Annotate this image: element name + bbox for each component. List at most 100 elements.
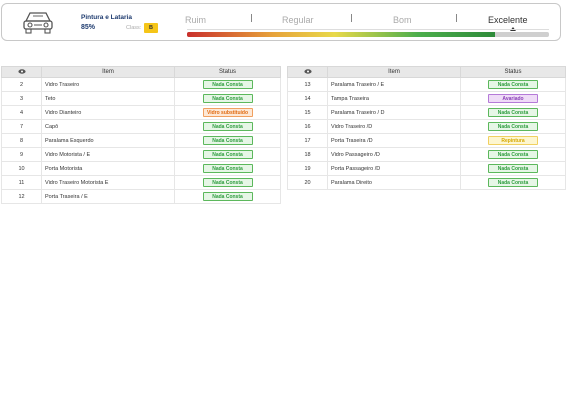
- row-item-name: Vidro Traseiro Motorista E: [41, 175, 175, 190]
- inspection-table-right: Item Status 13 Paralama Traseiro / E Nada …: [287, 66, 566, 190]
- scale-separator: [351, 14, 352, 22]
- status-badge: Nada Consta: [202, 80, 253, 89]
- status-badge: Nada Consta: [202, 94, 253, 103]
- status-badge: Nada Consta: [202, 136, 253, 145]
- table-row: 18 Vidro Passageiro /D Nada Consta: [287, 147, 566, 162]
- status-badge: Vidro substituído: [202, 108, 253, 117]
- scale-level-bom: Bom: [393, 15, 412, 25]
- status-badge: Repintura: [488, 136, 538, 145]
- status-badge: Nada Consta: [488, 122, 538, 131]
- row-number: 3: [1, 91, 42, 106]
- row-status-cell: Nada Consta: [460, 147, 566, 162]
- row-number: 12: [1, 189, 42, 204]
- class-label: Class:: [126, 25, 142, 31]
- scale-line: [187, 29, 549, 30]
- column-header-icon: [287, 66, 328, 78]
- row-item-name: Porta Traseira / E: [41, 189, 175, 204]
- row-status-cell: Vidro substituído: [174, 105, 281, 120]
- row-status-cell: Nada Consta: [174, 77, 281, 92]
- row-item-name: Paralama Direito: [327, 175, 461, 190]
- condition-level-bar: [187, 32, 549, 37]
- scale-level-excelente: Excelente: [488, 15, 528, 25]
- table-row: 9 Vidro Motorista / E Nada Consta: [1, 147, 281, 162]
- row-item-name: Porta Passageiro /D: [327, 161, 461, 176]
- table-row: 4 Vidro Dianteiro Vidro substituído: [1, 105, 281, 120]
- row-number: 9: [1, 147, 42, 162]
- row-item-name: Vidro Passageiro /D: [327, 147, 461, 162]
- status-badge: Nada Consta: [202, 122, 253, 131]
- row-item-name: Paralama Esquerdo: [41, 133, 175, 148]
- status-badge: Avariado: [488, 94, 538, 103]
- category-percent: 85%: [81, 24, 96, 31]
- status-badge: Nada Consta: [488, 150, 538, 159]
- row-status-cell: Nada Consta: [174, 147, 281, 162]
- table-row: 12 Porta Traseira / E Nada Consta: [1, 189, 281, 204]
- condition-summary-card: Pintura e Lataria 85% Class: B Ruim Regu…: [1, 3, 561, 41]
- row-status-cell: Nada Consta: [460, 161, 566, 176]
- row-status-cell: Nada Consta: [460, 77, 566, 92]
- category-title: Pintura e Lataria: [81, 14, 132, 21]
- row-number: 10: [1, 161, 42, 176]
- table-row: 10 Porta Motorista Nada Consta: [1, 161, 281, 176]
- status-badge: Nada Consta: [202, 164, 253, 173]
- row-status-cell: Nada Consta: [460, 119, 566, 134]
- condition-level-fill: [187, 32, 495, 37]
- row-number: 2: [1, 77, 42, 92]
- status-badge: Nada Consta: [202, 178, 253, 187]
- row-item-name: Porta Traseira /D: [327, 133, 461, 148]
- row-number: 17: [287, 133, 328, 148]
- row-status-cell: Avariado: [460, 91, 566, 106]
- row-item-name: Paralama Traseiro / D: [327, 105, 461, 120]
- table-row: 17 Porta Traseira /D Repintura: [287, 133, 566, 148]
- car-front-icon: [23, 12, 53, 34]
- class-badge: B: [144, 23, 158, 33]
- scale-level-ruim: Ruim: [185, 15, 207, 25]
- row-item-name: Porta Motorista: [41, 161, 175, 176]
- row-item-name: Tampa Traseira: [327, 91, 461, 106]
- row-number: 7: [1, 119, 42, 134]
- status-badge: Nada Consta: [488, 80, 538, 89]
- table-row: 3 Teto Nada Consta: [1, 91, 281, 106]
- row-item-name: Vidro Motorista / E: [41, 147, 175, 162]
- row-status-cell: Nada Consta: [460, 105, 566, 120]
- row-status-cell: Nada Consta: [174, 133, 281, 148]
- scale-separator: [456, 14, 457, 22]
- table-row: 8 Paralama Esquerdo Nada Consta: [1, 133, 281, 148]
- table-row: 14 Tampa Traseira Avariado: [287, 91, 566, 106]
- table-row: 16 Vidro Traseiro /D Nada Consta: [287, 119, 566, 134]
- table-row: 15 Paralama Traseiro / D Nada Consta: [287, 105, 566, 120]
- column-header-status: Status: [174, 66, 281, 78]
- row-number: 8: [1, 133, 42, 148]
- row-item-name: Vidro Dianteiro: [41, 105, 175, 120]
- row-number: 14: [287, 91, 328, 106]
- status-badge: Nada Consta: [202, 150, 253, 159]
- scale-separator: [251, 14, 252, 22]
- row-number: 13: [287, 77, 328, 92]
- row-status-cell: Nada Consta: [174, 175, 281, 190]
- row-status-cell: Nada Consta: [460, 175, 566, 190]
- eye-icon: [303, 69, 312, 74]
- inspection-table-left: Item Status 2 Vidro Traseiro Nada Consta 3 T…: [1, 66, 281, 204]
- table-header-row: Item Status: [287, 66, 566, 78]
- table-row: 20 Paralama Direito Nada Consta: [287, 175, 566, 190]
- table-row: 19 Porta Passageiro /D Nada Consta: [287, 161, 566, 176]
- row-number: 16: [287, 119, 328, 134]
- table-row: 13 Paralama Traseiro / E Nada Consta: [287, 77, 566, 92]
- table-row: 2 Vidro Traseiro Nada Consta: [1, 77, 281, 92]
- column-header-item: Item: [327, 66, 461, 78]
- table-row: 11 Vidro Traseiro Motorista E Nada Consta: [1, 175, 281, 190]
- table-row: 7 Capô Nada Consta: [1, 119, 281, 134]
- row-number: 4: [1, 105, 42, 120]
- row-status-cell: Nada Consta: [174, 189, 281, 204]
- row-number: 19: [287, 161, 328, 176]
- status-badge: Nada Consta: [488, 164, 538, 173]
- scale-level-regular: Regular: [282, 15, 314, 25]
- status-badge: Nada Consta: [488, 178, 538, 187]
- row-status-cell: Nada Consta: [174, 161, 281, 176]
- status-badge: Nada Consta: [202, 192, 253, 201]
- row-item-name: Vidro Traseiro: [41, 77, 175, 92]
- column-header-item: Item: [41, 66, 175, 78]
- row-status-cell: Nada Consta: [174, 119, 281, 134]
- row-status-cell: Nada Consta: [174, 91, 281, 106]
- row-item-name: Teto: [41, 91, 175, 106]
